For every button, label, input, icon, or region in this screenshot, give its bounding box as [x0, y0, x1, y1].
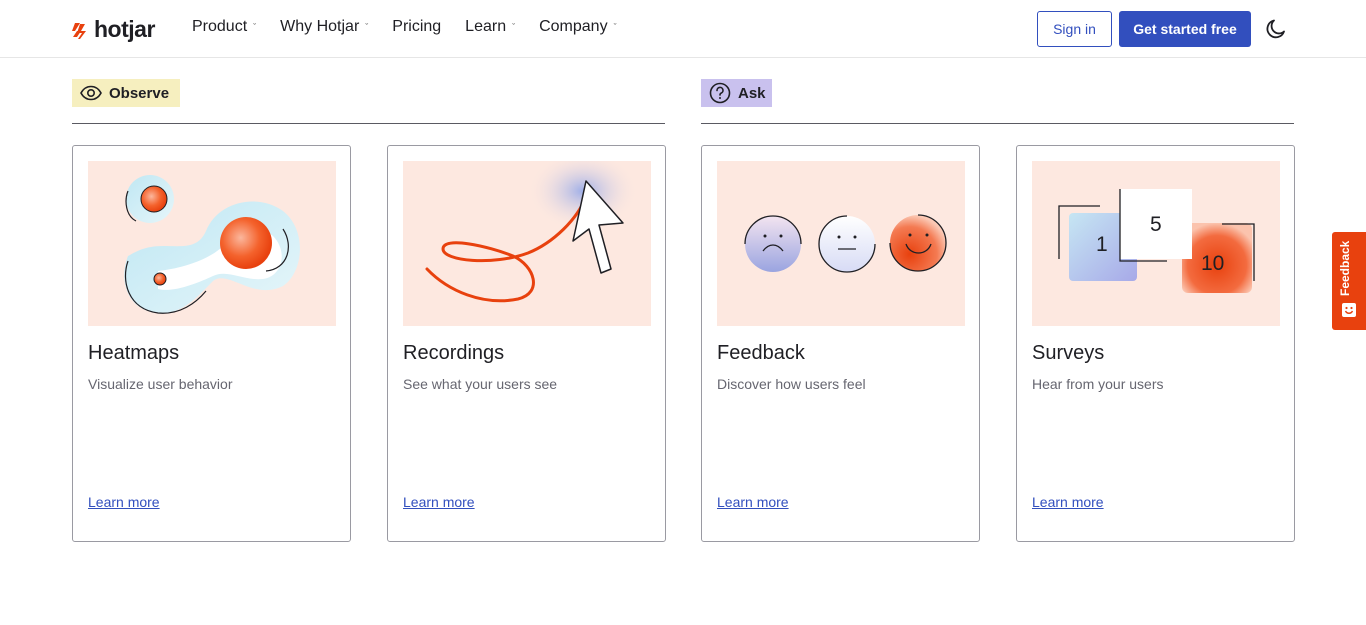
- recordings-card[interactable]: Recordings See what your users see Learn…: [387, 145, 666, 542]
- heatmaps-card[interactable]: Heatmaps Visualize user behavior Learn m…: [72, 145, 351, 542]
- card-title: Recordings: [403, 342, 505, 364]
- smiley-icon: [1341, 302, 1357, 318]
- observe-divider: [72, 123, 665, 124]
- chevron-down-icon: ˇ: [512, 22, 516, 32]
- survey-number-10: 10: [1201, 252, 1224, 275]
- card-description: See what your users see: [403, 376, 558, 392]
- sign-in-button[interactable]: Sign in: [1037, 11, 1112, 47]
- nav-item-label: Product: [192, 18, 248, 35]
- nav-item-label: Pricing: [392, 18, 442, 35]
- nav-item-label: Company: [539, 18, 608, 35]
- card-title: Feedback: [717, 342, 805, 364]
- site-header: hotjar Product ˇ Why Hotjar ˇ Pricing Le…: [0, 0, 1366, 58]
- feedback-tab-label: Feedback: [1338, 240, 1352, 296]
- nav-item-product[interactable]: Product ˇ: [192, 18, 256, 36]
- feedback-widget-tab[interactable]: Feedback: [1332, 232, 1366, 330]
- ask-divider: [701, 123, 1294, 124]
- survey-number-1: 1: [1096, 233, 1108, 256]
- nav-item-pricing[interactable]: Pricing: [392, 18, 441, 36]
- card-description: Visualize user behavior: [88, 376, 233, 392]
- moon-icon[interactable]: [1264, 17, 1288, 41]
- card-title: Surveys: [1032, 342, 1105, 364]
- recordings-illustration: [403, 161, 651, 326]
- card-description: Discover how users feel: [717, 376, 866, 392]
- observe-tag: Observe: [72, 79, 180, 107]
- logo-text: hotjar: [94, 16, 155, 42]
- ask-tag: Ask: [701, 79, 772, 107]
- observe-label: Observe: [109, 84, 170, 102]
- learn-more-link[interactable]: Learn more: [717, 494, 789, 510]
- surveys-card[interactable]: 1 5 10 Surveys Hear from your users Lear…: [1016, 145, 1295, 542]
- nav-item-why-hotjar[interactable]: Why Hotjar ˇ: [280, 18, 368, 36]
- learn-more-link[interactable]: Learn more: [403, 494, 475, 510]
- nav-item-learn[interactable]: Learn ˇ: [465, 18, 515, 36]
- survey-number-5: 5: [1150, 213, 1162, 236]
- feedback-card[interactable]: Feedback Discover how users feel Learn m…: [701, 145, 980, 542]
- card-description: Hear from your users: [1032, 376, 1164, 392]
- ask-label: Ask: [738, 84, 766, 102]
- nav-item-company[interactable]: Company ˇ: [539, 18, 616, 36]
- hotjar-logo-icon: [71, 20, 88, 40]
- get-started-button[interactable]: Get started free: [1119, 11, 1251, 47]
- card-title: Heatmaps: [88, 342, 180, 364]
- chevron-down-icon: ˇ: [613, 22, 617, 32]
- chevron-down-icon: ˇ: [365, 22, 369, 32]
- learn-more-link[interactable]: Learn more: [88, 494, 160, 510]
- heatmaps-illustration: [88, 161, 336, 326]
- chevron-down-icon: ˇ: [253, 22, 257, 32]
- eye-icon: [80, 85, 102, 101]
- learn-more-link[interactable]: Learn more: [1032, 494, 1104, 510]
- feedback-illustration: [717, 161, 965, 326]
- surveys-illustration: 1 5 10: [1032, 161, 1280, 326]
- nav-item-label: Learn: [465, 18, 507, 35]
- nav-item-label: Why Hotjar: [280, 18, 360, 35]
- question-circle-icon: [709, 82, 731, 104]
- hotjar-logo[interactable]: hotjar: [71, 16, 155, 43]
- main-nav: Product ˇ Why Hotjar ˇ Pricing Learn ˇ C…: [192, 18, 641, 36]
